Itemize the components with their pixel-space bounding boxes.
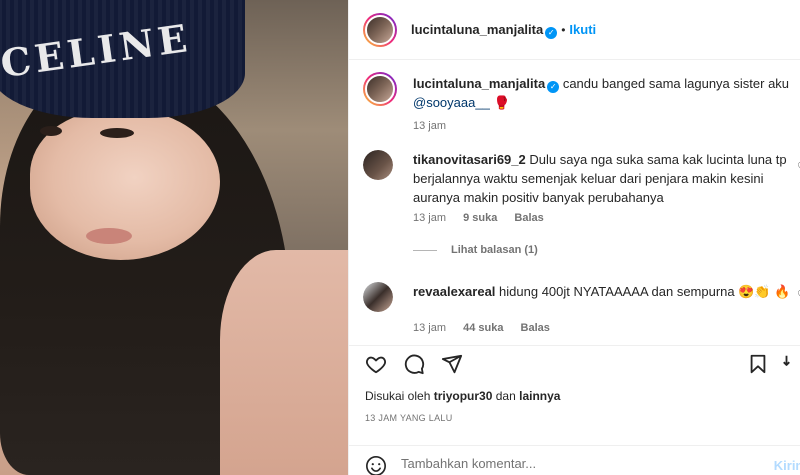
comments-list[interactable]: lucintaluna_manjalita ✓ candu banged sama…	[349, 60, 800, 345]
post-header: lucintaluna_manjalita ✓ • Ikuti	[349, 0, 800, 60]
download-icon[interactable]	[781, 353, 800, 375]
view-replies-button[interactable]: Lihat balasan (1)	[413, 244, 538, 256]
comment-time[interactable]: 13 jam	[413, 212, 446, 224]
comment-icon[interactable]	[403, 353, 425, 375]
photo-beanie: CELINE	[0, 0, 245, 118]
post-timestamp[interactable]: 13 JAM YANG LALU	[365, 413, 453, 423]
caption-text: candu banged sama lagunya sister aku	[562, 76, 790, 91]
photo-lips	[86, 228, 132, 244]
comment-username[interactable]: tikanovitasari69_2	[413, 152, 526, 167]
caption-mention[interactable]: @sooyaaa__	[413, 95, 490, 110]
comment-body: tikanovitasari69_2 Dulu saya nga suka sa…	[413, 150, 798, 207]
comment-time[interactable]: 13 jam	[413, 322, 446, 334]
caption-emoji: 🥊	[493, 95, 510, 110]
photo-eye	[100, 128, 134, 138]
post-actions-bar	[349, 345, 800, 380]
verified-badge-icon: ✓	[545, 27, 558, 39]
bookmark-icon[interactable]	[747, 353, 769, 375]
liked-by-others[interactable]: lainnya	[519, 389, 560, 403]
emoji-icon[interactable]	[365, 455, 387, 475]
caption-avatar-image	[365, 74, 395, 104]
verified-badge-icon: ✓	[547, 81, 560, 93]
comment-input[interactable]	[401, 452, 701, 474]
separator-dot: •	[561, 23, 566, 37]
comment-likes[interactable]: 44 suka	[463, 322, 503, 334]
post-comment-button[interactable]: Kirim	[774, 458, 800, 473]
photo-shoulder	[220, 250, 348, 475]
share-icon[interactable]	[441, 353, 463, 375]
commenter-avatar[interactable]	[363, 282, 393, 312]
author-line: lucintaluna_manjalita ✓ • Ikuti	[411, 22, 596, 39]
comment-likes[interactable]: 9 suka	[463, 212, 497, 224]
caption-avatar[interactable]	[363, 72, 397, 106]
caption-time[interactable]: 13 jam	[413, 120, 446, 132]
follow-button[interactable]: Ikuti	[569, 22, 596, 37]
post-photo[interactable]: CELINE	[0, 0, 348, 475]
liked-by-line: Disukai oleh triyopur30 dan lainnya	[365, 389, 560, 403]
view-replies-label: Lihat balasan (1)	[451, 244, 538, 256]
commenter-avatar-image	[363, 150, 393, 180]
comment-meta: 13 jam 9 suka Balas	[413, 212, 558, 224]
caption-body: lucintaluna_manjalita ✓ candu banged sama…	[413, 74, 798, 112]
commenter-avatar[interactable]	[363, 150, 393, 180]
comment-username[interactable]: revaalexareal	[413, 284, 495, 299]
author-avatar-image	[365, 15, 395, 45]
liked-by-user[interactable]: triyopur30	[434, 389, 493, 403]
liked-by-prefix: Disukai oleh	[365, 389, 431, 403]
replies-divider	[413, 249, 437, 251]
caption-meta: 13 jam	[413, 120, 460, 132]
commenter-avatar-image	[363, 282, 393, 312]
author-avatar[interactable]	[363, 13, 397, 47]
heart-icon[interactable]	[365, 353, 387, 375]
comment-text: hidung 400jt NYATAAAAA dan sempurna 😍👏 🔥	[499, 284, 791, 299]
author-username[interactable]: lucintaluna_manjalita	[411, 22, 543, 37]
post-side-panel: lucintaluna_manjalita ✓ • Ikuti lucintaluna…	[348, 0, 800, 475]
caption-username[interactable]: lucintaluna_manjalita	[413, 76, 545, 91]
add-comment-bar: Kirim	[349, 445, 800, 475]
photo-eye	[40, 126, 62, 136]
comment-body: revaalexareal hidung 400jt NYATAAAAA dan…	[413, 282, 798, 301]
liked-by-conj: dan	[495, 389, 516, 403]
comment-reply-button[interactable]: Balas	[521, 322, 550, 334]
comment-reply-button[interactable]: Balas	[514, 212, 543, 224]
comment-meta: 13 jam 44 suka Balas	[413, 322, 564, 334]
